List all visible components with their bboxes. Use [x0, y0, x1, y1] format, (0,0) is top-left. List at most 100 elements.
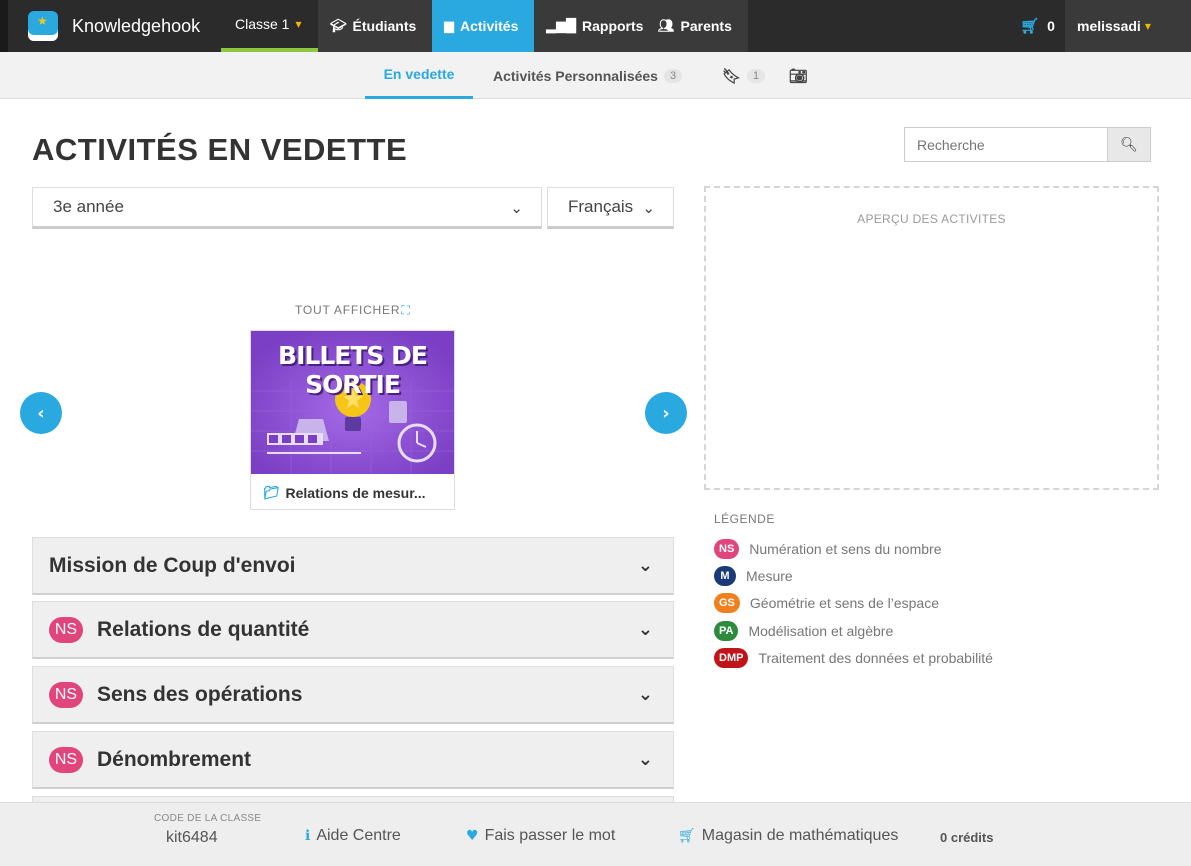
nav-parents-label: Parents	[680, 18, 732, 34]
legend-title: LÉGENDE	[714, 512, 775, 526]
count-badge: 1	[747, 68, 766, 83]
search-button[interactable]: 🔍︎	[1107, 127, 1151, 162]
legend-item: GS Géométrie et sens de l’espace	[714, 592, 939, 614]
class-selector[interactable]: Classe 1 ▾	[221, 0, 318, 52]
carousel-next-button[interactable]: ›	[645, 392, 687, 434]
section-denombrement[interactable]: NS Dénombrement ⌄	[32, 731, 674, 789]
section-title: Relations de quantité	[97, 617, 310, 641]
footer: CODE DE LA CLASSE kit6484 ℹ︎ Aide Centre…	[0, 802, 1191, 866]
carousel-prev-button[interactable]: ‹	[20, 392, 62, 434]
chevron-down-icon: ▾	[295, 17, 302, 31]
share-link[interactable]: ♥ Fais passer le mot	[466, 827, 615, 845]
activity-card-title: Relations de mesur...	[285, 485, 426, 501]
legend-label: Traitement des données et probabilité	[758, 650, 993, 666]
language-select[interactable]: Français ⌄	[547, 187, 674, 229]
camera-icon: 📷︎	[789, 66, 809, 85]
math-store-label: Magasin de mathématiques	[701, 827, 899, 844]
strand-badge: GS	[714, 593, 740, 613]
nav-etudiants[interactable]: 🎓︎ Étudiants	[318, 0, 432, 52]
tab-en-vedette[interactable]: En vedette	[365, 52, 473, 99]
users-icon: 👥︎	[658, 18, 675, 34]
tab-perso-label: Activités Personnalisées	[493, 67, 658, 84]
strand-badge: PA	[714, 621, 739, 641]
shopping-cart-icon: 🛒︎	[1020, 17, 1040, 35]
brand[interactable]: ★ Knowledgehook	[28, 10, 200, 42]
activity-preview-panel: APERÇU DES ACTIVITES	[704, 186, 1159, 490]
cart-count: 0	[1047, 18, 1055, 34]
brand-name: Knowledgehook	[72, 15, 201, 36]
legend-label: Mesure	[746, 568, 793, 584]
activity-card-label: 📁︎ Relations de mesur...	[263, 485, 426, 501]
chevron-down-icon: ▾	[1144, 19, 1151, 33]
search-input[interactable]	[904, 127, 1107, 162]
legend-label: Numération et sens du nombre	[749, 541, 942, 557]
nav-activites[interactable]: ▆ Activités	[432, 0, 534, 52]
class-code-value: kit6484	[166, 829, 218, 846]
strand-badge: DMP	[714, 648, 749, 668]
class-code-label: CODE DE LA CLASSE	[154, 813, 262, 824]
strand-badge: NS	[49, 746, 83, 773]
class-selector-label: Classe 1	[235, 16, 290, 32]
credits-count: 0 crédits	[940, 830, 994, 845]
user-menu[interactable]: melissadi ▾	[1065, 0, 1191, 52]
section-mission-coup-envoi[interactable]: Mission de Coup d'envoi ⌄	[32, 537, 674, 595]
strand-badge: NS	[49, 616, 83, 643]
chevron-left-icon: ‹	[37, 402, 45, 424]
chevron-down-icon: ⌄	[637, 619, 653, 640]
bookmark-icon: 🔖︎	[722, 66, 742, 85]
preview-label: APERÇU DES ACTIVITES	[857, 212, 1006, 226]
section-title: Mission de Coup d'envoi	[49, 553, 296, 577]
nav-activites-label: Activités	[460, 18, 519, 34]
bar-chart-icon: ▂▆█	[546, 18, 576, 34]
chevron-down-icon: ⌄	[642, 199, 655, 217]
book-icon: ▆	[444, 18, 454, 34]
show-all-label: TOUT AFFICHER	[295, 303, 401, 317]
top-navbar: ★ Knowledgehook Classe 1 ▾ 🎓︎ Étudiants …	[0, 0, 1191, 52]
help-center-label: Aide Centre	[316, 827, 401, 844]
math-store-link[interactable]: 🛒︎ Magasin de mathématiques	[678, 827, 898, 845]
tab-bookmarks[interactable]: 🔖︎ 1	[722, 52, 766, 99]
tab-en-vedette-label: En vedette	[383, 66, 455, 82]
nav-etudiants-label: Étudiants	[352, 18, 417, 34]
legend-label: Géométrie et sens de l’espace	[749, 595, 940, 611]
activity-card-image-title: BILLETS DE SORTIE	[278, 341, 428, 399]
knowledgehook-logo-icon: ★	[28, 11, 58, 41]
nav-rapports-label: Rapports	[582, 18, 644, 34]
chevron-down-icon: ⌄	[637, 684, 653, 705]
nav-rapports[interactable]: ▂▆█ Rapports	[534, 0, 646, 52]
legend-item: NS Numération et sens du nombre	[714, 538, 942, 560]
info-icon: ℹ︎	[305, 828, 311, 844]
language-select-value: Français	[568, 197, 634, 216]
graduation-cap-icon: 🎓︎	[330, 18, 347, 34]
section-title: Sens des opérations	[97, 682, 303, 706]
cart-button[interactable]: 🛒︎ 0	[1010, 0, 1065, 52]
legend-label: Modélisation et algèbre	[748, 623, 894, 639]
legend-item: DMP Traitement des données et probabilit…	[714, 647, 993, 669]
section-relations-quantite[interactable]: NS Relations de quantité ⌄	[32, 601, 674, 659]
count-badge: 3	[663, 68, 683, 83]
help-center-link[interactable]: ℹ︎ Aide Centre	[305, 827, 401, 845]
search-icon: 🔍︎	[1120, 136, 1138, 153]
chevron-right-icon: ›	[662, 402, 670, 424]
activity-card[interactable]: BILLETS DE SORTIE 📁︎ Relations de mesur.…	[250, 330, 455, 510]
shopping-cart-icon: 🛒︎	[678, 828, 696, 844]
chevron-down-icon: ⌄	[637, 749, 653, 770]
show-all-link[interactable]: TOUT AFFICHER⛶	[295, 303, 411, 318]
share-label: Fais passer le mot	[484, 827, 616, 844]
tab-activites-personnalisees[interactable]: Activités Personnalisées 3	[493, 52, 683, 99]
sub-navbar: En vedette Activités Personnalisées 3 🔖︎…	[0, 52, 1191, 99]
legend-item: PA Modélisation et algèbre	[714, 620, 893, 642]
strand-badge: M	[714, 566, 736, 586]
heart-icon: ♥	[466, 828, 479, 844]
nav-parents[interactable]: 👥︎ Parents	[646, 0, 748, 52]
tab-camera[interactable]: 📷︎	[789, 52, 808, 99]
grade-select[interactable]: 3e année ⌄	[32, 187, 542, 229]
strand-badge: NS	[49, 681, 83, 708]
page-title: ACTIVITÉS EN VEDETTE	[32, 132, 408, 167]
section-title: Dénombrement	[97, 747, 252, 771]
section-sens-operations[interactable]: NS Sens des opérations ⌄	[32, 666, 674, 724]
chevron-down-icon: ⌄	[637, 555, 653, 576]
grade-select-value: 3e année	[53, 197, 124, 216]
strand-badge: NS	[714, 539, 740, 559]
expand-icon: ⛶	[401, 303, 411, 317]
